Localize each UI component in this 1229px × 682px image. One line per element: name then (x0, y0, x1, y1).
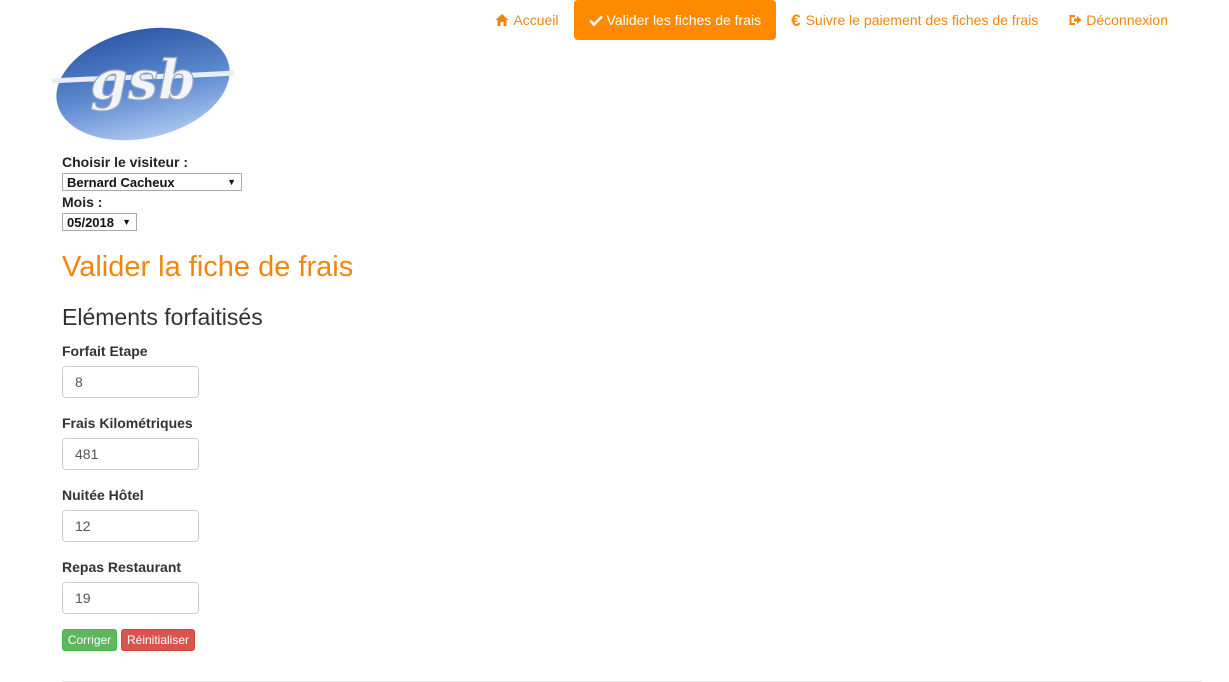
logout-icon (1068, 13, 1082, 27)
euro-icon: € (791, 10, 801, 30)
month-label: Mois : (62, 194, 103, 210)
visitor-label: Choisir le visiteur : (62, 154, 189, 170)
nav-item-suivre-paiement[interactable]: € Suivre le paiement des fiches de frais (776, 0, 1053, 40)
correct-button[interactable]: Corriger (62, 629, 117, 651)
nav-item-valider[interactable]: Valider les fiches de frais (573, 0, 777, 40)
repas-restaurant-input[interactable] (62, 582, 199, 614)
field-label-nuitee-hotel: Nuitée Hôtel (62, 487, 144, 503)
frais-km-input[interactable] (62, 438, 199, 470)
nav-item-label: Valider les fiches de frais (606, 12, 762, 28)
visitor-select[interactable]: Bernard Cacheux ▼ (62, 173, 242, 191)
nav-item-label: Déconnexion (1086, 12, 1168, 28)
visitor-select-value: Bernard Cacheux (67, 174, 175, 190)
reset-button[interactable]: Réinitialiser (121, 629, 195, 651)
nav-item-deconnexion[interactable]: Déconnexion (1053, 0, 1183, 40)
gsb-logo: gsb (51, 27, 235, 143)
nav-item-label: Accueil (513, 12, 559, 28)
logo-text: gsb (90, 48, 196, 112)
dropdown-arrow-icon: ▼ (227, 177, 236, 187)
forfait-etape-input[interactable] (62, 366, 199, 398)
nav-item-accueil[interactable]: Accueil (480, 0, 573, 40)
field-label-forfait-etape: Forfait Etape (62, 343, 148, 359)
main-nav: Accueil Valider les fiches de frais € Su… (480, 0, 1183, 40)
section-title: Eléments forfaitisés (62, 304, 263, 330)
nav-item-label: Suivre le paiement des fiches de frais (805, 12, 1039, 28)
dropdown-arrow-icon: ▼ (122, 217, 131, 227)
month-select[interactable]: 05/2018 ▼ (62, 213, 137, 231)
month-select-value: 05/2018 (67, 214, 114, 230)
page-title: Valider la fiche de frais (62, 251, 354, 283)
check-icon (588, 13, 603, 27)
field-label-frais-km: Frais Kilométriques (62, 415, 193, 431)
nuitee-hotel-input[interactable] (62, 510, 199, 542)
field-label-repas-restaurant: Repas Restaurant (62, 559, 182, 575)
home-icon (495, 13, 509, 27)
